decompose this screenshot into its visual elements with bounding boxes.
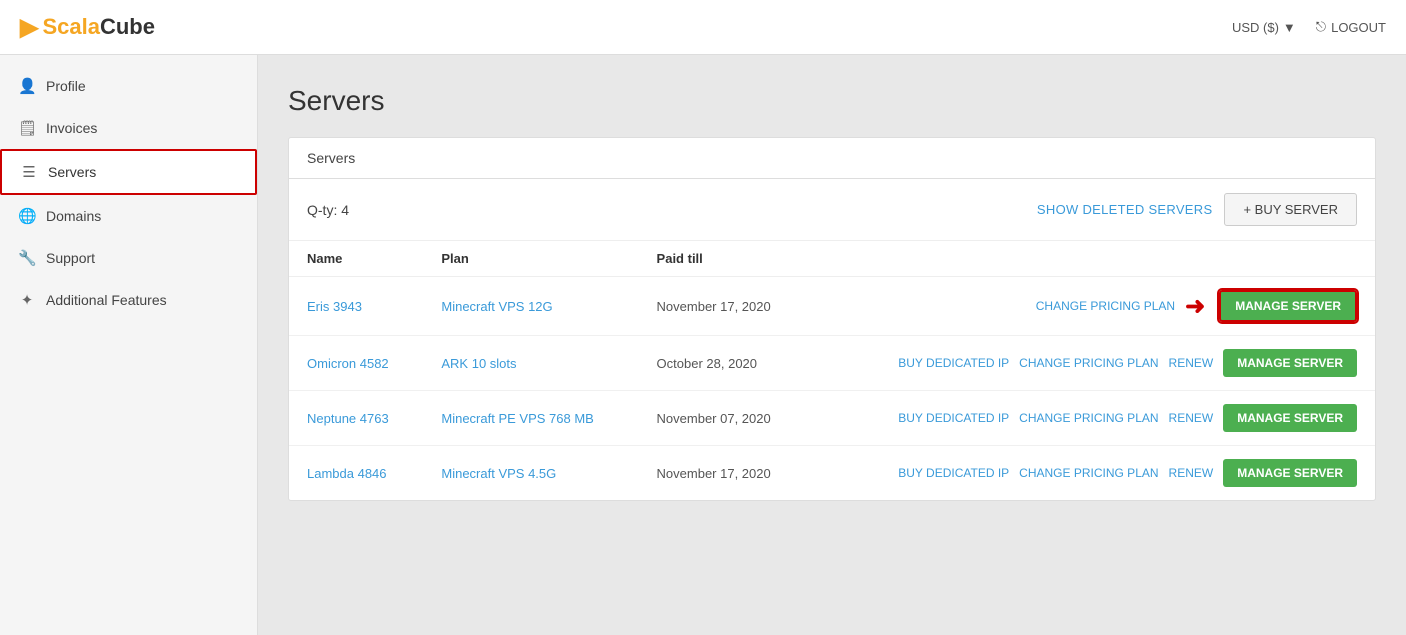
domains-icon: 🌐 — [18, 207, 36, 225]
paid-till: November 17, 2020 — [639, 277, 810, 336]
paid-till: November 17, 2020 — [639, 446, 810, 501]
manage-server-button[interactable]: MANAGE SERVER — [1223, 404, 1357, 432]
table-row: Lambda 4846 Minecraft VPS 4.5G November 17… — [289, 446, 1375, 501]
page-title: Servers — [288, 85, 1376, 117]
header: ▶ ScalaCube USD ($) ▼ ⎋ LOGOUT — [0, 0, 1406, 55]
manage-server-button[interactable]: MANAGE SERVER — [1219, 290, 1357, 322]
col-plan: Plan — [423, 241, 638, 277]
server-name-link[interactable]: Eris 3943 — [307, 299, 362, 314]
support-icon: 🔧 — [18, 249, 36, 267]
plan-link[interactable]: Minecraft VPS 12G — [441, 299, 552, 314]
col-actions — [810, 241, 1375, 277]
change-pricing-button[interactable]: CHANGE PRICING PLAN — [1036, 299, 1175, 313]
qty-text: Q-ty: 4 — [307, 202, 349, 218]
header-right: USD ($) ▼ ⎋ LOGOUT — [1232, 19, 1386, 35]
table-row: Neptune 4763 Minecraft PE VPS 768 MB Novem… — [289, 391, 1375, 446]
sidebar-item-domains[interactable]: 🌐 Domains — [0, 195, 257, 237]
servers-card: Servers Q-ty: 4 SHOW DELETED SERVERS + B… — [288, 137, 1376, 501]
change-pricing-button[interactable]: CHANGE PRICING PLAN — [1019, 356, 1158, 370]
manage-server-button[interactable]: MANAGE SERVER — [1223, 459, 1357, 487]
currency-selector[interactable]: USD ($) ▼ — [1232, 20, 1296, 35]
buy-dedicated-button[interactable]: BUY DEDICATED IP — [898, 411, 1009, 425]
logo-icon: ▶ — [20, 13, 38, 42]
change-pricing-button[interactable]: CHANGE PRICING PLAN — [1019, 411, 1158, 425]
sidebar-item-support[interactable]: 🔧 Support — [0, 237, 257, 279]
logout-label: LOGOUT — [1331, 20, 1386, 35]
action-group: BUY DEDICATED IP CHANGE PRICING PLAN RENEW… — [828, 349, 1357, 377]
paid-till: October 28, 2020 — [639, 336, 810, 391]
server-name-link[interactable]: Omicron 4582 — [307, 356, 389, 371]
server-name-link[interactable]: Neptune 4763 — [307, 411, 389, 426]
sidebar-item-label: Servers — [48, 164, 96, 180]
logo: ▶ ScalaCube — [20, 13, 155, 42]
sidebar-item-label: Domains — [46, 208, 101, 224]
sidebar-item-label: Invoices — [46, 120, 97, 136]
change-pricing-button[interactable]: CHANGE PRICING PLAN — [1019, 466, 1158, 480]
server-name-link[interactable]: Lambda 4846 — [307, 466, 387, 481]
invoices-icon: 🗒 — [18, 119, 36, 137]
table-body: Eris 3943 Minecraft VPS 12G November 17, 2… — [289, 277, 1375, 501]
sidebar-item-label: Additional Features — [46, 292, 167, 308]
card-header: Servers — [289, 138, 1375, 179]
qty-row: Q-ty: 4 SHOW DELETED SERVERS + BUY SERVE… — [289, 179, 1375, 241]
additional-features-icon: ✦ — [18, 291, 36, 309]
renew-button[interactable]: RENEW — [1169, 356, 1214, 370]
chevron-down-icon: ▼ — [1283, 20, 1296, 35]
servers-table: Name Plan Paid till Eris 3943 Minecraft V… — [289, 241, 1375, 500]
layout: 👤 Profile 🗒 Invoices ☰ Servers 🌐 Domains… — [0, 55, 1406, 635]
plan-link[interactable]: ARK 10 slots — [441, 356, 516, 371]
plan-link[interactable]: Minecraft VPS 4.5G — [441, 466, 556, 481]
renew-button[interactable]: RENEW — [1169, 411, 1214, 425]
buy-dedicated-button[interactable]: BUY DEDICATED IP — [898, 356, 1009, 370]
sidebar: 👤 Profile 🗒 Invoices ☰ Servers 🌐 Domains… — [0, 55, 258, 635]
plan-link[interactable]: Minecraft PE VPS 768 MB — [441, 411, 593, 426]
sidebar-item-label: Support — [46, 250, 95, 266]
sidebar-item-servers[interactable]: ☰ Servers — [0, 149, 257, 195]
actions-cell: CHANGE PRICING PLAN ➜ MANAGE SERVER — [810, 277, 1375, 336]
buy-server-button[interactable]: + BUY SERVER — [1224, 193, 1357, 226]
col-name: Name — [289, 241, 423, 277]
sidebar-item-profile[interactable]: 👤 Profile — [0, 65, 257, 107]
buy-dedicated-button[interactable]: BUY DEDICATED IP — [898, 466, 1009, 480]
table-head: Name Plan Paid till — [289, 241, 1375, 277]
sidebar-item-additional-features[interactable]: ✦ Additional Features — [0, 279, 257, 321]
action-group: CHANGE PRICING PLAN ➜ MANAGE SERVER — [828, 290, 1357, 322]
action-group: BUY DEDICATED IP CHANGE PRICING PLAN RENEW… — [828, 459, 1357, 487]
qty-actions: SHOW DELETED SERVERS + BUY SERVER — [1037, 193, 1357, 226]
actions-cell: BUY DEDICATED IP CHANGE PRICING PLAN RENEW… — [810, 446, 1375, 501]
red-arrow-annotation: ➜ — [1185, 292, 1205, 321]
sidebar-item-invoices[interactable]: 🗒 Invoices — [0, 107, 257, 149]
table-row: Eris 3943 Minecraft VPS 12G November 17, 2… — [289, 277, 1375, 336]
manage-server-button[interactable]: MANAGE SERVER — [1223, 349, 1357, 377]
sidebar-item-label: Profile — [46, 78, 86, 94]
action-group: BUY DEDICATED IP CHANGE PRICING PLAN RENEW… — [828, 404, 1357, 432]
profile-icon: 👤 — [18, 77, 36, 95]
logo-cube: Cube — [100, 14, 155, 40]
logout-icon: ⎋ — [1316, 19, 1326, 35]
table-row: Omicron 4582 ARK 10 slots October 28, 2020… — [289, 336, 1375, 391]
actions-cell: BUY DEDICATED IP CHANGE PRICING PLAN RENEW… — [810, 391, 1375, 446]
col-paid-till: Paid till — [639, 241, 810, 277]
show-deleted-button[interactable]: SHOW DELETED SERVERS — [1037, 202, 1213, 217]
card-body: Q-ty: 4 SHOW DELETED SERVERS + BUY SERVE… — [289, 179, 1375, 500]
servers-icon: ☰ — [20, 163, 38, 181]
logout-button[interactable]: ⎋ LOGOUT — [1316, 19, 1386, 35]
paid-till: November 07, 2020 — [639, 391, 810, 446]
renew-button[interactable]: RENEW — [1169, 466, 1214, 480]
actions-cell: BUY DEDICATED IP CHANGE PRICING PLAN RENEW… — [810, 336, 1375, 391]
main-content: Servers Servers Q-ty: 4 SHOW DELETED SER… — [258, 55, 1406, 635]
logo-scala: Scala — [42, 14, 100, 40]
